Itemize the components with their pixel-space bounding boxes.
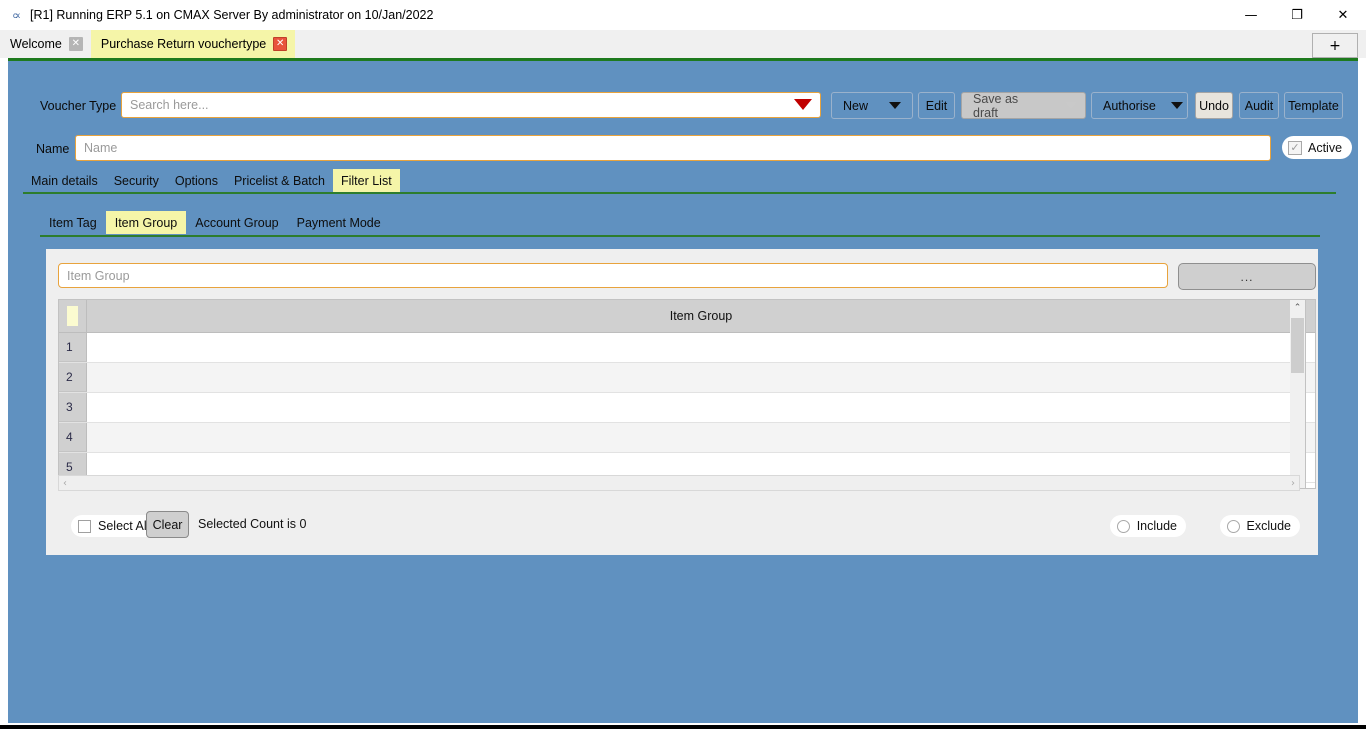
maximize-icon[interactable]: ❐ (1274, 0, 1320, 30)
row-cell-item-group[interactable] (87, 363, 1315, 392)
new-dropdown-icon[interactable] (879, 93, 910, 118)
include-radio[interactable] (1116, 519, 1130, 533)
tab-welcome-close-icon[interactable]: ✕ (68, 37, 83, 51)
row-number: 2 (59, 363, 87, 392)
secondary-tab-divider (40, 235, 1320, 237)
selected-count-text: Selected Count is 0 (198, 517, 307, 531)
close-icon[interactable]: ✕ (1320, 0, 1366, 30)
grid-corner-marker-icon (67, 306, 78, 326)
application-body: Voucher Type New Edit Save as draft Auth… (8, 61, 1358, 723)
save-as-draft-dropdown-icon[interactable] (1055, 93, 1085, 118)
document-tab-strip: Welcome ✕ Purchase Return vouchertype ✕ … (0, 30, 1366, 58)
audit-button[interactable]: Audit (1239, 92, 1279, 119)
table-row[interactable]: 3 (59, 393, 1315, 423)
new-button-label: New (843, 98, 869, 113)
new-tab-button[interactable]: + (1312, 33, 1358, 58)
authorise-dropdown-icon[interactable] (1167, 93, 1187, 118)
primary-tab-divider (23, 192, 1336, 194)
exclude-radio-container[interactable]: Exclude (1219, 515, 1300, 537)
window-title-bar: cx [R1] Running ERP 5.1 on CMAX Server B… (0, 0, 1366, 30)
item-group-browse-button[interactable]: ... (1178, 263, 1316, 290)
table-row[interactable]: 4 (59, 423, 1315, 453)
clear-button[interactable]: Clear (146, 511, 189, 538)
new-button[interactable]: New (831, 92, 913, 119)
tab-account-group[interactable]: Account Group (186, 211, 287, 234)
active-checkbox-container[interactable]: ✓ Active (1282, 136, 1353, 159)
exclude-radio-label: Exclude (1246, 519, 1291, 533)
row-number: 4 (59, 423, 87, 452)
edit-button-label: Edit (925, 98, 948, 113)
window-bottom-edge (0, 725, 1366, 729)
name-label: Name (36, 142, 70, 156)
authorise-button-label: Authorise (1103, 98, 1156, 113)
table-row[interactable]: 1 (59, 333, 1315, 363)
window-controls: — ❐ ✕ (1228, 0, 1366, 30)
tab-welcome[interactable]: Welcome ✕ (0, 30, 91, 58)
item-group-search-input[interactable] (58, 263, 1168, 288)
new-tab-container: + (1312, 33, 1358, 58)
tab-pricelist-and-batch[interactable]: Pricelist & Batch (226, 169, 333, 192)
row-number: 1 (59, 333, 87, 362)
grid-header-row: Item Group (59, 300, 1315, 333)
tab-filter-list[interactable]: Filter List (332, 169, 400, 192)
undo-button[interactable]: Undo (1195, 92, 1233, 119)
grid-column-header-item-group[interactable]: Item Group (87, 300, 1315, 332)
row-number: 3 (59, 393, 87, 422)
voucher-type-dropdown-icon[interactable] (794, 99, 812, 110)
include-radio-container[interactable]: Include (1109, 515, 1186, 537)
scroll-up-icon[interactable]: ⌃ (1290, 300, 1305, 316)
template-button[interactable]: Template (1284, 92, 1343, 119)
row-cell-item-group[interactable] (87, 333, 1315, 362)
tab-main-details[interactable]: Main details (23, 169, 106, 192)
grid-horizontal-scrollbar[interactable]: ‹ › (58, 475, 1300, 491)
name-input[interactable] (75, 135, 1271, 161)
voucher-type-label: Voucher Type (40, 99, 117, 113)
row-cell-item-group[interactable] (87, 423, 1315, 452)
tab-security[interactable]: Security (106, 169, 167, 192)
include-radio-label: Include (1136, 519, 1177, 533)
grid-vertical-scrollbar[interactable]: ⌃ ⌄ (1290, 299, 1306, 489)
active-checkbox[interactable]: ✓ (1288, 140, 1302, 155)
save-as-draft-button-label: Save as draft (973, 91, 1019, 120)
tab-item-group[interactable]: Item Group (105, 211, 187, 234)
tab-item-tag[interactable]: Item Tag (40, 211, 106, 234)
exclude-radio[interactable] (1226, 519, 1240, 533)
tab-purchase-return-vouchertype[interactable]: Purchase Return vouchertype ✕ (90, 30, 296, 58)
tab-purchase-return-vouchertype-close-icon[interactable]: ✕ (273, 37, 288, 51)
item-group-grid: Item Group 1 2 3 4 5 (58, 299, 1316, 489)
minimize-icon[interactable]: — (1228, 0, 1274, 30)
tab-payment-mode[interactable]: Payment Mode (288, 211, 390, 234)
vertical-scroll-thumb[interactable] (1291, 318, 1304, 373)
template-button-label: Template (1288, 98, 1339, 113)
secondary-tab-row: Item Tag Item Group Account Group Paymen… (40, 211, 390, 234)
edit-button[interactable]: Edit (918, 92, 955, 119)
tab-options[interactable]: Options (167, 169, 226, 192)
undo-button-label: Undo (1199, 98, 1229, 113)
scroll-right-icon[interactable]: › (1291, 478, 1295, 489)
grid-select-all-corner[interactable] (59, 300, 87, 332)
row-cell-item-group[interactable] (87, 393, 1315, 422)
table-row[interactable]: 2 (59, 363, 1315, 393)
primary-tab-row: Main details Security Options Pricelist … (23, 169, 400, 192)
active-checkbox-label: Active (1308, 140, 1343, 155)
tab-welcome-label: Welcome (10, 37, 62, 51)
select-all-label: Select All (98, 519, 150, 533)
select-all-checkbox[interactable] (78, 519, 91, 533)
scroll-left-icon[interactable]: ‹ (63, 478, 67, 489)
save-as-draft-button[interactable]: Save as draft (961, 91, 1086, 120)
item-group-filter-panel: ... Item Group 1 2 3 4 (46, 249, 1318, 555)
tab-purchase-return-vouchertype-label: Purchase Return vouchertype (100, 37, 267, 51)
app-icon: cx (13, 10, 20, 20)
voucher-type-search-input[interactable] (121, 92, 821, 118)
window-title: [R1] Running ERP 5.1 on CMAX Server By a… (30, 8, 434, 22)
authorise-button[interactable]: Authorise (1091, 92, 1188, 119)
